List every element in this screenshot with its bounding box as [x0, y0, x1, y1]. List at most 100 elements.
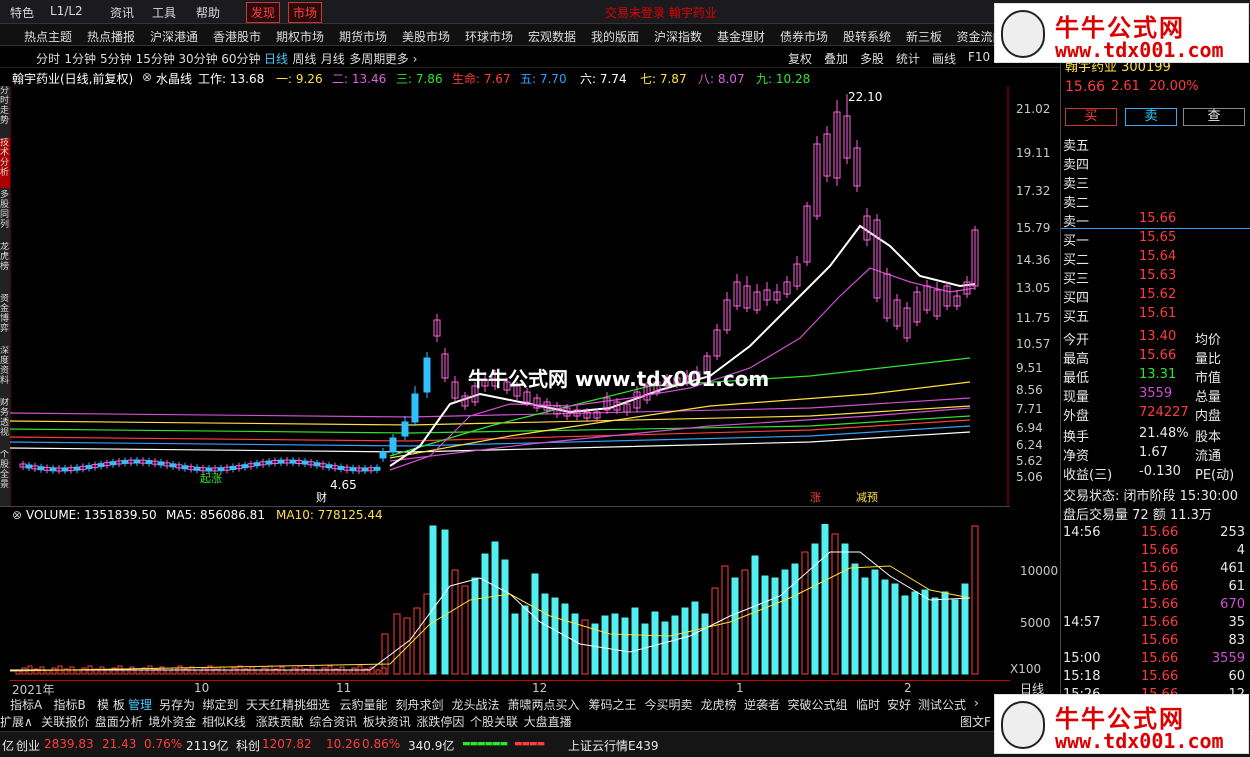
volume-bar: [441, 529, 449, 675]
left-strip-item[interactable]: 深度资料: [0, 346, 10, 396]
formula-tab[interactable]: 筹码之王: [589, 696, 637, 713]
left-strip-item[interactable]: 多股同列: [0, 190, 10, 240]
left-function-strip[interactable]: 分时走势技术分析多股同列龙虎榜资金博弈深度资料财务透视个股全景: [0, 86, 10, 506]
formula-tab[interactable]: 绑定到: [203, 696, 239, 713]
volume-bar: [375, 669, 381, 675]
left-strip-item[interactable]: 个股全景: [0, 450, 10, 500]
link-item[interactable]: 图文F: [960, 713, 991, 730]
collapse-icon[interactable]: ⊗: [142, 70, 152, 84]
left-strip-item[interactable]: 技术分析: [0, 138, 10, 188]
cy-label[interactable]: 创业: [16, 737, 40, 754]
volume-chart[interactable]: [10, 524, 1010, 680]
formula-tab[interactable]: 刻舟求剑: [396, 696, 444, 713]
link-item[interactable]: 境外资金: [148, 713, 196, 730]
collapse-icon[interactable]: ⊗: [12, 508, 22, 522]
nav-item[interactable]: 沪深指数: [654, 28, 702, 45]
sell-button[interactable]: 卖: [1125, 108, 1177, 126]
cloud-alert[interactable]: 上证云行情E439: [568, 737, 659, 754]
nav-item[interactable]: 债券市场: [780, 28, 828, 45]
link-item[interactable]: 涨跌贡献: [256, 713, 304, 730]
formula-tab[interactable]: 龙虎榜: [701, 696, 737, 713]
formula-tab[interactable]: 指标B: [54, 696, 86, 713]
formula-tab[interactable]: 突破公式组: [788, 696, 848, 713]
menu-item[interactable]: 特色: [10, 4, 34, 21]
link-item[interactable]: 板块资讯: [363, 713, 411, 730]
formula-tab[interactable]: 管理: [128, 696, 152, 713]
chart-tool-button[interactable]: 画线: [932, 50, 956, 67]
buy-button[interactable]: 买: [1065, 108, 1117, 126]
volume-bar: [461, 585, 469, 675]
formula-tab[interactable]: 指标A: [10, 696, 42, 713]
formula-tab[interactable]: 模 板: [97, 696, 125, 713]
nav-item[interactable]: 沪深港通: [150, 28, 198, 45]
nav-item[interactable]: 宏观数据: [528, 28, 576, 45]
chart-tool-button[interactable]: 叠加: [824, 50, 848, 67]
period-tab[interactable]: 1分钟: [64, 50, 96, 67]
link-item[interactable]: 关联报价: [41, 713, 89, 730]
link-item[interactable]: 相似K线: [202, 713, 246, 730]
link-item[interactable]: 大盘直播: [524, 713, 572, 730]
query-button[interactable]: 查: [1183, 108, 1245, 126]
low-price-label: 4.65: [330, 478, 357, 492]
formula-tab[interactable]: 龙头战法: [452, 696, 500, 713]
nav-item[interactable]: 热点主题: [24, 28, 72, 45]
menu-item[interactable]: 资讯: [110, 4, 134, 21]
nav-item[interactable]: 热点播报: [87, 28, 135, 45]
link-item[interactable]: 盘面分析: [95, 713, 143, 730]
nav-item[interactable]: 期权市场: [276, 28, 324, 45]
left-strip-item[interactable]: 龙虎榜: [0, 242, 10, 292]
indicator-name[interactable]: 水晶线: [156, 70, 192, 87]
formula-tab[interactable]: 逆袭者: [744, 696, 780, 713]
nav-item[interactable]: 环球市场: [465, 28, 513, 45]
link-item[interactable]: 个股关联: [470, 713, 518, 730]
formula-tab[interactable]: 测试公式: [918, 696, 966, 713]
candle-body: [205, 467, 213, 472]
formula-tab[interactable]: ›: [974, 696, 979, 710]
menu-boxed-item[interactable]: 市场: [288, 2, 323, 23]
tick-row: 15:00 15.66 3559: [1061, 650, 1250, 668]
period-tab[interactable]: 5分钟: [100, 50, 132, 67]
period-tab[interactable]: 15分钟: [136, 50, 175, 67]
left-strip-item[interactable]: 财务透视: [0, 398, 10, 448]
nav-item[interactable]: 股转系统: [843, 28, 891, 45]
formula-tab[interactable]: 萧啸两点买入: [508, 696, 580, 713]
nav-item[interactable]: 香港股市: [213, 28, 261, 45]
period-tab[interactable]: 月线: [321, 50, 345, 67]
formula-tab[interactable]: 天天红精挑细选: [246, 696, 330, 713]
chart-tool-button[interactable]: 多股: [860, 50, 884, 67]
candle-body: [313, 462, 321, 467]
formula-tab[interactable]: 另存为: [159, 696, 195, 713]
chart-tool-button[interactable]: F10: [968, 50, 990, 64]
formula-tab[interactable]: 今买明卖: [645, 696, 693, 713]
nav-item[interactable]: 我的版面: [591, 28, 639, 45]
left-strip-item[interactable]: 分时走势: [0, 86, 10, 136]
quote-row-value: -0.130: [1139, 464, 1181, 479]
kc-label[interactable]: 科创: [236, 737, 260, 754]
menu-item[interactable]: 帮助: [196, 4, 220, 21]
formula-tab[interactable]: 临时: [856, 696, 880, 713]
period-tab[interactable]: 分时: [36, 50, 60, 67]
candlestick-chart[interactable]: 22.10 4.65 财 涨 减预 起涨 牛牛公式网 www.tdx001.co…: [10, 86, 1010, 506]
link-item[interactable]: 涨跌停因: [416, 713, 464, 730]
nav-item[interactable]: 新三板: [906, 28, 942, 45]
chart-tool-button[interactable]: 统计: [896, 50, 920, 67]
period-tab[interactable]: 60分钟: [221, 50, 260, 67]
link-item[interactable]: 扩展∧: [0, 713, 33, 730]
formula-tab[interactable]: 安好: [887, 696, 911, 713]
period-tab[interactable]: 更多 ›: [385, 50, 418, 67]
formula-tab[interactable]: 云豹量能: [340, 696, 388, 713]
nav-item[interactable]: 美股市场: [402, 28, 450, 45]
link-item[interactable]: 综合资讯: [309, 713, 357, 730]
menu-boxed-item[interactable]: 发现: [246, 2, 281, 23]
menu-item[interactable]: 工具: [152, 4, 176, 21]
period-tab[interactable]: 多周期: [349, 50, 385, 67]
chart-tool-button[interactable]: 复权: [788, 50, 812, 67]
period-tab[interactable]: 日线: [264, 50, 288, 67]
left-strip-item[interactable]: 资金博弈: [0, 294, 10, 344]
menu-item[interactable]: L1/L2: [50, 4, 83, 18]
nav-item[interactable]: 期货市场: [339, 28, 387, 45]
candle-body: [49, 467, 57, 472]
nav-item[interactable]: 基金理财: [717, 28, 765, 45]
period-tab[interactable]: 周线: [292, 50, 316, 67]
period-tab[interactable]: 30分钟: [178, 50, 217, 67]
